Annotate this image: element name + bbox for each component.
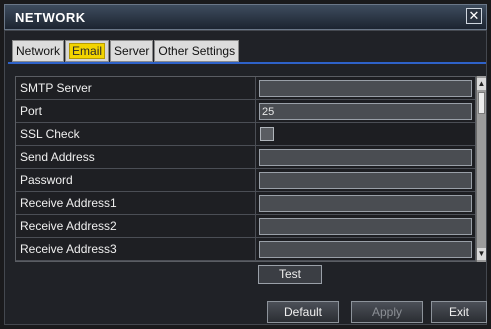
send-address-label: Send Address — [16, 146, 256, 168]
receive-address3-label: Receive Address3 — [16, 238, 256, 260]
scroll-thumb[interactable] — [478, 92, 485, 114]
exit-button[interactable]: Exit — [431, 301, 487, 323]
password-label: Password — [16, 169, 256, 191]
title-bar: NETWORK ✕ — [4, 4, 487, 30]
apply-button[interactable]: Apply — [351, 301, 423, 323]
row-send-address: Send Address — [16, 146, 475, 169]
close-icon: ✕ — [468, 8, 480, 23]
tab-network[interactable]: Network — [12, 40, 65, 62]
default-button[interactable]: Default — [267, 301, 339, 323]
row-ssl-check: SSL Check — [16, 123, 475, 146]
email-settings-table: SMTP Server Port SSL Check Send Address … — [15, 76, 476, 262]
receive-address3-input[interactable] — [259, 241, 472, 258]
test-button[interactable]: Test — [258, 265, 322, 284]
test-row: Test — [255, 263, 476, 286]
send-address-input[interactable] — [259, 149, 472, 166]
row-receive-address2: Receive Address2 — [16, 215, 475, 238]
tab-network-label: Network — [16, 44, 61, 58]
port-input[interactable] — [259, 103, 472, 120]
receive-address2-input[interactable] — [259, 218, 472, 235]
scroll-up-icon[interactable]: ▲ — [477, 78, 486, 90]
receive-address2-label: Receive Address2 — [16, 215, 256, 237]
receive-address1-input[interactable] — [259, 195, 472, 212]
smtp-server-input[interactable] — [259, 80, 472, 97]
row-smtp-server: SMTP Server — [16, 77, 475, 100]
smtp-server-label: SMTP Server — [16, 77, 256, 99]
tab-other-settings-label: Other Settings — [158, 44, 236, 58]
window-title: NETWORK — [15, 10, 86, 25]
tab-email-label: Email — [69, 43, 106, 59]
row-password: Password — [16, 169, 475, 192]
tab-server[interactable]: Server — [110, 40, 154, 62]
vertical-scrollbar[interactable]: ▲ ▼ — [476, 76, 486, 262]
tab-email[interactable]: Email — [65, 40, 110, 62]
port-label: Port — [16, 100, 256, 122]
row-receive-address3: Receive Address3 — [16, 238, 475, 261]
scroll-down-icon[interactable]: ▼ — [477, 248, 486, 260]
tab-bar: Network Email Server Other Settings — [12, 40, 240, 62]
close-button[interactable]: ✕ — [466, 8, 482, 24]
row-receive-address1: Receive Address1 — [16, 192, 475, 215]
tab-underline — [8, 62, 486, 64]
ssl-check-checkbox[interactable] — [260, 127, 274, 141]
receive-address1-label: Receive Address1 — [16, 192, 256, 214]
tab-server-label: Server — [114, 44, 150, 58]
tab-other-settings[interactable]: Other Settings — [154, 40, 240, 62]
ssl-check-label: SSL Check — [16, 123, 256, 145]
password-input[interactable] — [259, 172, 472, 189]
row-port: Port — [16, 100, 475, 123]
